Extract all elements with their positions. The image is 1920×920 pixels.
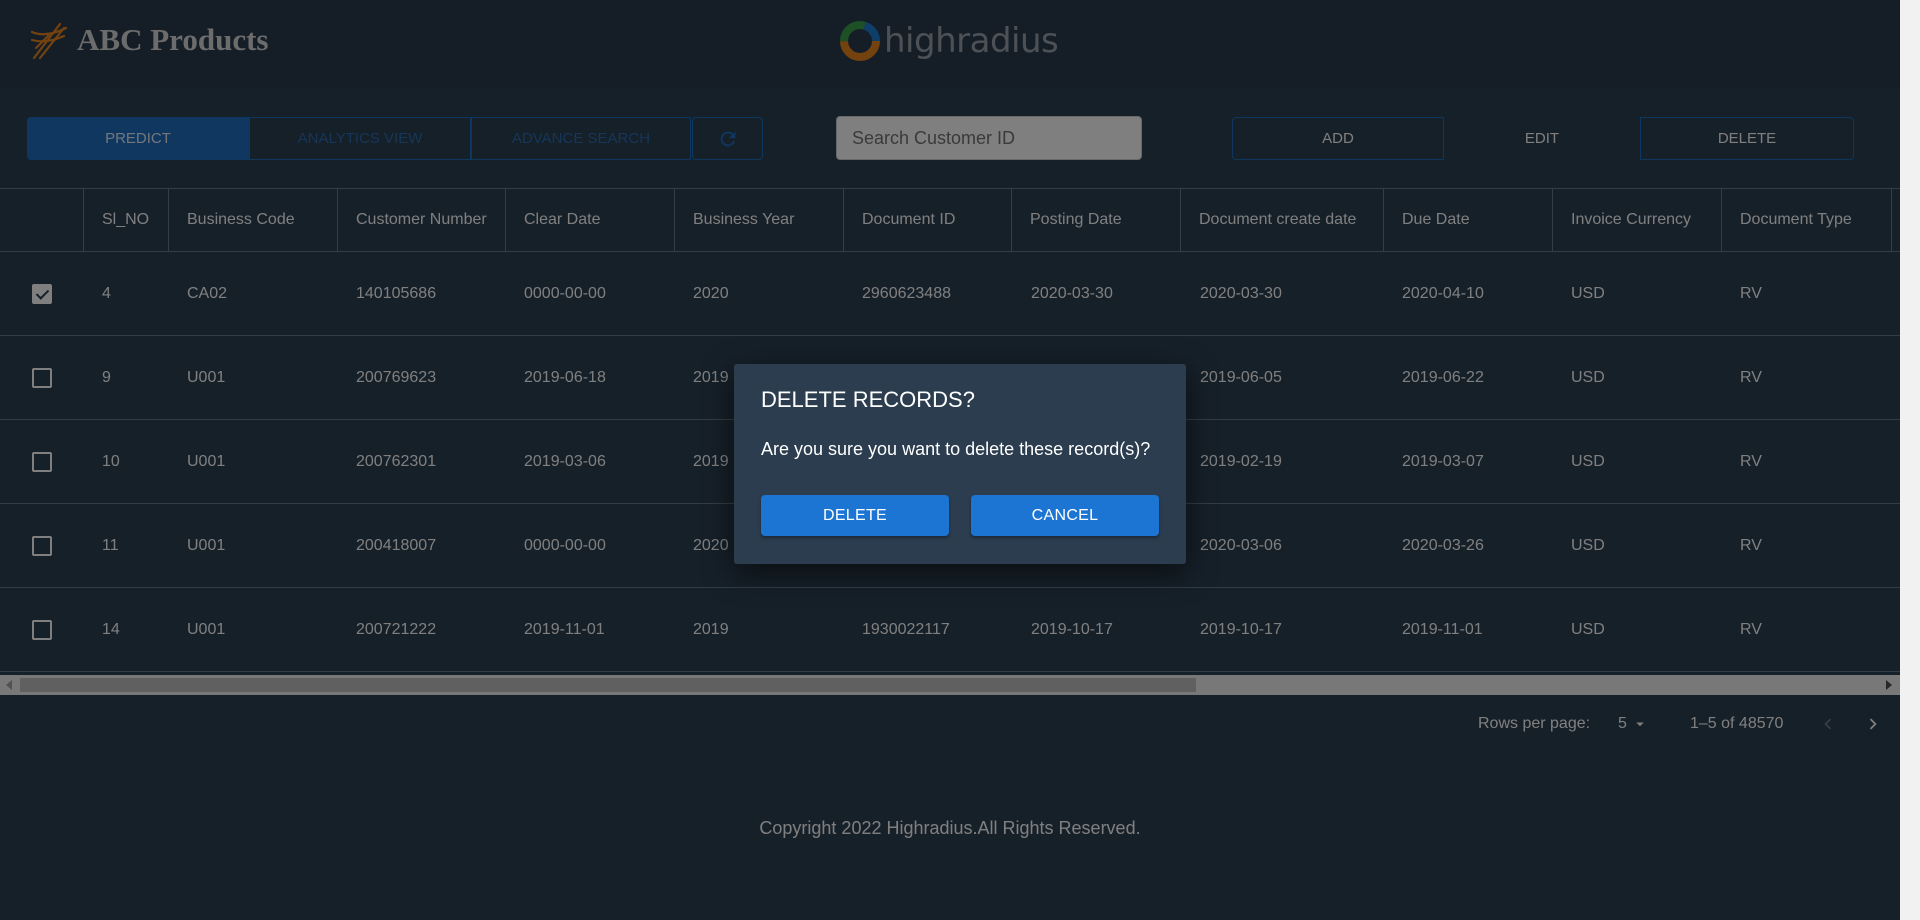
- confirm-delete-button[interactable]: DELETE: [761, 495, 949, 536]
- dialog-message: Are you sure you want to delete these re…: [761, 439, 1151, 459]
- delete-confirmation-dialog: DELETE RECORDS? Are you sure you want to…: [734, 364, 1186, 564]
- cancel-button[interactable]: CANCEL: [971, 495, 1159, 536]
- dialog-title: DELETE RECORDS?: [761, 387, 975, 412]
- vertical-scrollbar[interactable]: [1900, 0, 1920, 920]
